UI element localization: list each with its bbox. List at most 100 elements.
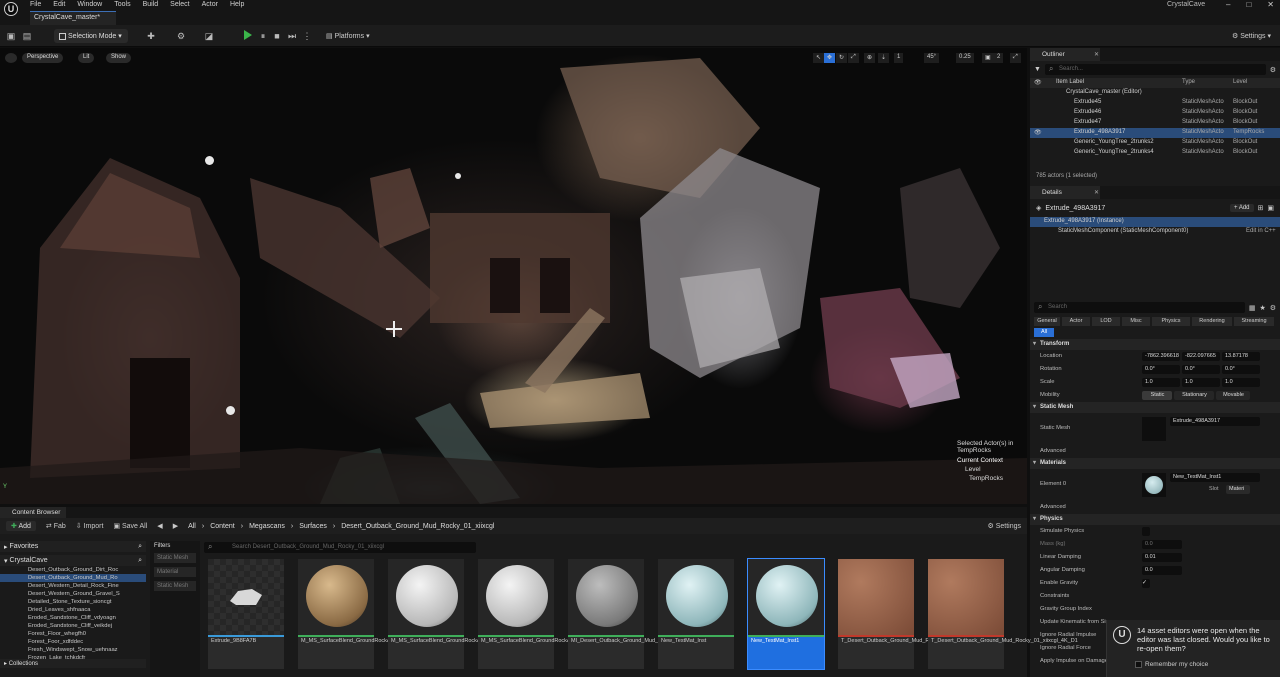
simulate-checkbox[interactable] [1142, 527, 1150, 536]
category-general[interactable]: General [1034, 317, 1060, 326]
angular-damping-field[interactable]: 0.0 [1142, 566, 1182, 575]
category-physics[interactable]: Physics [1152, 317, 1190, 326]
folder-item[interactable]: Desert_Western_Ground_Gravel_S [28, 590, 146, 598]
menu-help[interactable]: Help [230, 1, 244, 8]
outliner-row[interactable]: Extrude45 StaticMeshActo BlockOut [1030, 98, 1280, 108]
asset-tile[interactable]: New_TestMat_Inst [658, 559, 734, 669]
pause-icon[interactable]: ⏸ [258, 31, 268, 41]
context-level-value[interactable]: TempRocks [957, 475, 1023, 482]
outliner-row[interactable]: Generic_YoungTree_2trunks4 StaticMeshAct… [1030, 148, 1280, 158]
collections-header[interactable]: ▸ Collections [0, 659, 146, 668]
folder-item-selected[interactable]: Desert_Outback_Ground_Mud_Ro [0, 574, 146, 582]
play-icon[interactable] [244, 30, 252, 40]
component-row[interactable]: StaticMeshComponent (StaticMeshComponent… [1030, 227, 1280, 237]
selection-mode-dropdown[interactable]: Selection Mode ▾ [54, 29, 128, 43]
material-picker[interactable]: New_TestMat_Inst1 [1170, 473, 1260, 482]
grid-icon[interactable]: ▦ [1249, 304, 1256, 312]
scale-z-field[interactable]: 1.0 [1222, 378, 1260, 387]
folder-item[interactable]: Desert_Western_Detail_Rock_Fine [28, 582, 146, 590]
rotation-y-field[interactable]: 0.0° [1182, 365, 1220, 374]
maximize-viewport-icon[interactable]: ⤢ [1010, 53, 1021, 63]
breadcrumb-item[interactable]: Megascans [249, 523, 285, 530]
save-all-button[interactable]: ▣ Save All [113, 522, 147, 530]
forward-icon[interactable]: ▶ [173, 522, 178, 530]
favorites-header[interactable]: ▸ Favorites ⌕ [0, 541, 146, 552]
close-icon[interactable]: ✕ [1094, 189, 1099, 196]
details-tab[interactable]: Details ✕ [1030, 186, 1280, 199]
star-icon[interactable]: ★ [1259, 304, 1265, 312]
point-light-icon[interactable] [205, 156, 214, 165]
static-mesh-section[interactable]: Static Mesh [1030, 402, 1280, 413]
visibility-icon[interactable]: 👁 [1034, 79, 1042, 86]
asset-tile[interactable]: MI_Desert_Outback_Ground_Mud_Rocky_01_xi… [568, 559, 701, 669]
breadcrumb-item[interactable]: Surfaces [299, 523, 327, 530]
angle-snap-value[interactable]: 45° [924, 53, 940, 63]
add-actor-icon[interactable]: ✚ [146, 31, 156, 41]
rotation-label[interactable]: Rotation [1040, 366, 1062, 372]
outliner-search-input[interactable]: Search... [1044, 64, 1266, 75]
rotation-z-field[interactable]: 0.0° [1222, 365, 1260, 374]
settings-icon[interactable]: ⚙ [1270, 304, 1276, 312]
skip-icon[interactable]: ⏭ [287, 31, 297, 41]
maximize-icon[interactable]: □ [1246, 0, 1251, 9]
location-y-field[interactable]: -822.097665 [1182, 352, 1220, 361]
mesh-thumbnail[interactable] [1142, 417, 1166, 441]
scale-label[interactable]: Scale [1040, 379, 1055, 385]
outliner-root[interactable]: CrystalCave_master (Editor) [1030, 88, 1280, 98]
outliner-tab[interactable]: Outliner ✕ [1030, 48, 1280, 61]
minimize-icon[interactable]: – [1226, 0, 1230, 9]
materials-advanced[interactable]: Advanced [1030, 501, 1280, 514]
settings-button[interactable]: ⚙ Settings [987, 522, 1021, 530]
content-browser-tab[interactable]: Content Browser [0, 507, 1027, 518]
edit-cpp-link[interactable]: Edit in C++ [1246, 228, 1276, 234]
close-icon[interactable]: ✕ [1267, 0, 1274, 9]
folder-item[interactable]: Detailed_Stone_Texture_sioncgt [28, 598, 146, 606]
breadcrumb-item[interactable]: Desert_Outback_Ground_Mud_Rocky_01_xiixc… [341, 523, 494, 530]
platforms-dropdown[interactable]: ▤ Platforms ▾ [326, 32, 370, 40]
lit-button[interactable]: Lit [78, 53, 95, 63]
remember-choice[interactable]: Remember my choice [1135, 661, 1208, 668]
static-mesh-picker[interactable]: Extrude_498A3917 [1170, 417, 1260, 426]
transform-section[interactable]: Transform [1030, 339, 1280, 350]
close-icon[interactable]: ✕ [1094, 51, 1099, 58]
point-light-icon[interactable] [455, 173, 461, 179]
blueprint-icon[interactable]: ⊞ [1258, 204, 1264, 212]
level-tab[interactable]: CrystalCave_master* [30, 11, 116, 25]
scale-tool-icon[interactable]: ⤢ [848, 53, 859, 63]
menu-build[interactable]: Build [143, 1, 159, 8]
back-icon[interactable]: ◀ [157, 522, 162, 530]
folder-item[interactable]: Dried_Leaves_shfnaaca [28, 606, 146, 614]
asset-tile[interactable]: T_Desert_Outback_Ground_Mud_Rocky_01_xii… [838, 559, 985, 669]
filter-icon[interactable]: ▼ [1034, 66, 1041, 73]
scale-x-field[interactable]: 1.0 [1142, 378, 1180, 387]
scale-snap-value[interactable]: 0.25 [956, 53, 974, 63]
column-item-label[interactable]: Item Label [1056, 79, 1084, 85]
menu-edit[interactable]: Edit [53, 1, 65, 8]
mobility-movable[interactable]: Movable [1216, 391, 1250, 400]
mobility-stationary[interactable]: Stationary [1174, 391, 1214, 400]
menu-window[interactable]: Window [77, 1, 102, 8]
folder-item[interactable]: Eroded_Sandstone_Cliff_vdyoagn [28, 614, 146, 622]
mass-field[interactable]: 0.0 [1142, 540, 1182, 549]
asset-tile[interactable]: M_MS_SurfaceBlend_GroundRockA2 [478, 559, 574, 669]
outliner-row[interactable]: Extrude47 StaticMeshActo BlockOut [1030, 118, 1280, 128]
outliner-row[interactable]: Generic_YoungTree_2trunks2 StaticMeshAct… [1030, 138, 1280, 148]
remember-checkbox[interactable] [1135, 661, 1142, 668]
asset-tile[interactable]: M_MS_SurfaceBlend_GroundRockA1 [388, 559, 484, 669]
asset-tile[interactable]: T_Desert_Outback_Ground_Mud_Rocky_01_xii… [928, 559, 1078, 669]
category-all[interactable]: All [1034, 328, 1054, 337]
folder-item[interactable]: Desert_Outback_Ground_Dirt_Roc [28, 566, 146, 574]
translate-tool-icon[interactable]: ✥ [824, 53, 836, 63]
category-actor[interactable]: Actor [1062, 317, 1090, 326]
constraints-row[interactable]: Constraints [1030, 590, 1280, 603]
camera-speed-icon[interactable]: ▣ [982, 53, 994, 63]
rotate-tool-icon[interactable]: ↻ [836, 53, 848, 63]
search-icon[interactable]: ⌕ [138, 557, 142, 565]
rotation-x-field[interactable]: 0.0° [1142, 365, 1180, 374]
column-level[interactable]: Level [1233, 79, 1247, 85]
layout-icon[interactable]: ▣ [1267, 204, 1274, 212]
camera-speed-value[interactable]: 2 [994, 53, 1004, 63]
folder-item[interactable]: Fresh_Windswept_Snow_uehnaaz [28, 646, 146, 654]
material-thumbnail[interactable] [1142, 473, 1166, 497]
gravity-checkbox[interactable]: ✓ [1142, 579, 1150, 588]
